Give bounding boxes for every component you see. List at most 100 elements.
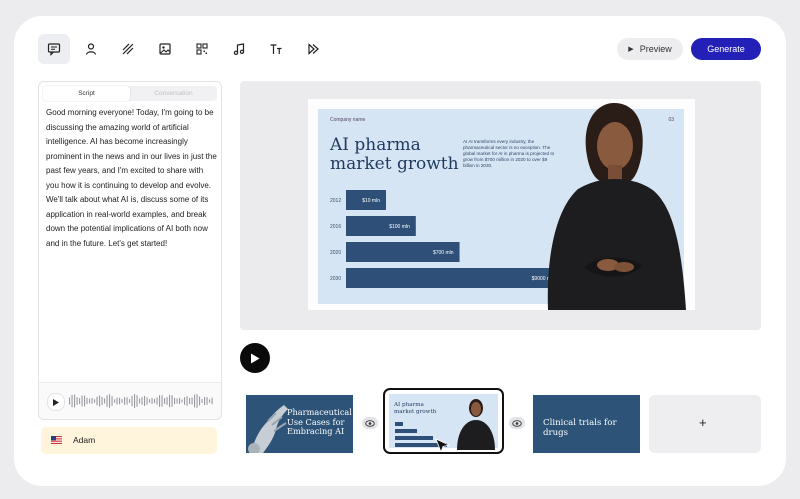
plus-icon: +: [699, 415, 707, 430]
bar-category-label: 2030: [330, 276, 341, 282]
bar-category-label: 2012: [330, 198, 341, 204]
waveform-bar: [131, 395, 133, 407]
waveform-bar: [164, 398, 166, 404]
waveform-bar: [116, 397, 118, 405]
waveform-bar: [156, 397, 158, 405]
tab-conversation[interactable]: Conversation: [130, 86, 217, 101]
chat-icon-button[interactable]: [38, 34, 70, 64]
hatch-icon: [122, 43, 134, 55]
waveform-bar: [141, 397, 143, 405]
qr-tool-button[interactable]: [186, 34, 218, 64]
preview-button[interactable]: ▶ Preview: [617, 38, 683, 60]
shapes-tool-button[interactable]: [297, 34, 329, 64]
waveform-bar: [201, 399, 203, 403]
waveform-bar: [81, 395, 83, 407]
waveform-bar: [176, 398, 178, 404]
tab-script[interactable]: Script: [43, 86, 130, 101]
bar-value-label: $10 mln: [362, 198, 380, 204]
waveform-bar: [209, 399, 211, 403]
preview-label: Preview: [639, 44, 672, 54]
waveform-bar: [189, 397, 191, 405]
transition-button-1[interactable]: [362, 417, 378, 429]
generate-button[interactable]: Generate: [691, 38, 761, 60]
image-icon: [159, 43, 171, 55]
waveform-bar: [144, 395, 146, 407]
waveform-bar: [124, 397, 126, 405]
waveform-bar: [71, 394, 73, 408]
waveform-bar: [84, 395, 86, 407]
music-tool-button[interactable]: [223, 34, 255, 64]
thumbnail-title: Clinical trials for drugs: [543, 418, 617, 438]
voice-selector[interactable]: Adam: [41, 427, 217, 454]
waveform-bar: [99, 395, 101, 407]
bar-value-label: $100 mln: [389, 224, 410, 230]
waveform-bar: [166, 397, 168, 405]
waveform-bar: [146, 397, 148, 405]
audio-player: [39, 382, 221, 419]
text-tool-button[interactable]: [260, 34, 292, 64]
waveform-bar: [196, 394, 198, 408]
waveform-bar: [184, 397, 186, 405]
script-tabs: Script Conversation: [43, 86, 217, 101]
slide-stage: Company name 03 AI pharma market growth …: [240, 81, 761, 330]
waveform-bar: [136, 395, 138, 407]
eye-icon: [512, 419, 522, 427]
bar-chart: 2012 $10 mln2016 $100 mln2020 $700 mln2030 $…: [330, 190, 561, 288]
bar-category-label: 2016: [330, 224, 341, 230]
slide-title: AI pharma market growth: [330, 135, 459, 174]
waveform-bar: [204, 396, 206, 406]
presenter-thumbnail: [457, 399, 495, 450]
waveform-bar: [159, 395, 161, 407]
waveform-bar: [121, 399, 123, 403]
shapes-icon: [308, 43, 319, 55]
cursor-icon: [435, 438, 451, 452]
window-frame: ▶ Preview Generate Script Conversation G…: [0, 0, 800, 499]
waveform-bar: [161, 395, 163, 407]
waveform-bar: [74, 394, 76, 408]
waveform-bar: [86, 397, 88, 405]
waveform-bar: [179, 397, 181, 405]
waveform-bar: [171, 395, 173, 407]
waveform-bar: [111, 396, 113, 406]
script-panel: Script Conversation Good morning everyon…: [38, 81, 222, 420]
waveform-bar: [154, 398, 156, 404]
waveform-bar: [119, 397, 121, 405]
slide-thumbnail-1[interactable]: Pharmaceutical Use Cases for Embracing A…: [246, 395, 353, 453]
chat-icon: [47, 43, 61, 56]
avatar-tool-button[interactable]: [75, 34, 107, 64]
waveform-bar: [104, 398, 106, 404]
company-name: Company name: [330, 117, 366, 123]
image-tool-button[interactable]: [149, 34, 181, 64]
play-button[interactable]: [240, 343, 270, 373]
waveform-bar: [181, 399, 183, 403]
waveform-bar: [89, 398, 91, 404]
waveform-bar: [139, 398, 141, 404]
waveform-bar: [96, 396, 98, 406]
waveform-bar: [151, 397, 153, 405]
slide-thumbnail-2-selected[interactable]: AI pharma market growth: [383, 388, 504, 454]
waveform-bar: [101, 397, 103, 405]
audio-play-button[interactable]: [47, 393, 65, 411]
waveform-bar: [106, 395, 108, 407]
bar-category-label: 2020: [330, 250, 341, 256]
bar-value-label: $700 mln: [433, 250, 454, 256]
eye-icon: [365, 419, 375, 427]
waveform-bar: [79, 398, 81, 404]
bar: [346, 268, 561, 288]
thumbnail-title: AI pharma market growth: [394, 402, 437, 415]
waveform-bar: [149, 399, 151, 403]
waveform-bar: [169, 394, 171, 408]
waveform-bar: [76, 397, 78, 405]
transition-button-2[interactable]: [509, 417, 525, 429]
slide-thumbnail-3[interactable]: Clinical trials for drugs: [533, 395, 640, 453]
editor-app: ▶ Preview Generate Script Conversation G…: [14, 16, 786, 486]
waveform[interactable]: [69, 391, 215, 411]
waveform-bar: [94, 399, 96, 403]
background-tool-button[interactable]: [112, 34, 144, 64]
add-slide-button[interactable]: +: [649, 395, 761, 453]
script-text[interactable]: Good morning everyone! Today, I'm going …: [46, 106, 218, 251]
waveform-bar: [114, 399, 116, 403]
play-icon: ▶: [628, 46, 634, 53]
slide-canvas[interactable]: Company name 03 AI pharma market growth …: [308, 99, 695, 310]
waveform-bar: [191, 397, 193, 405]
